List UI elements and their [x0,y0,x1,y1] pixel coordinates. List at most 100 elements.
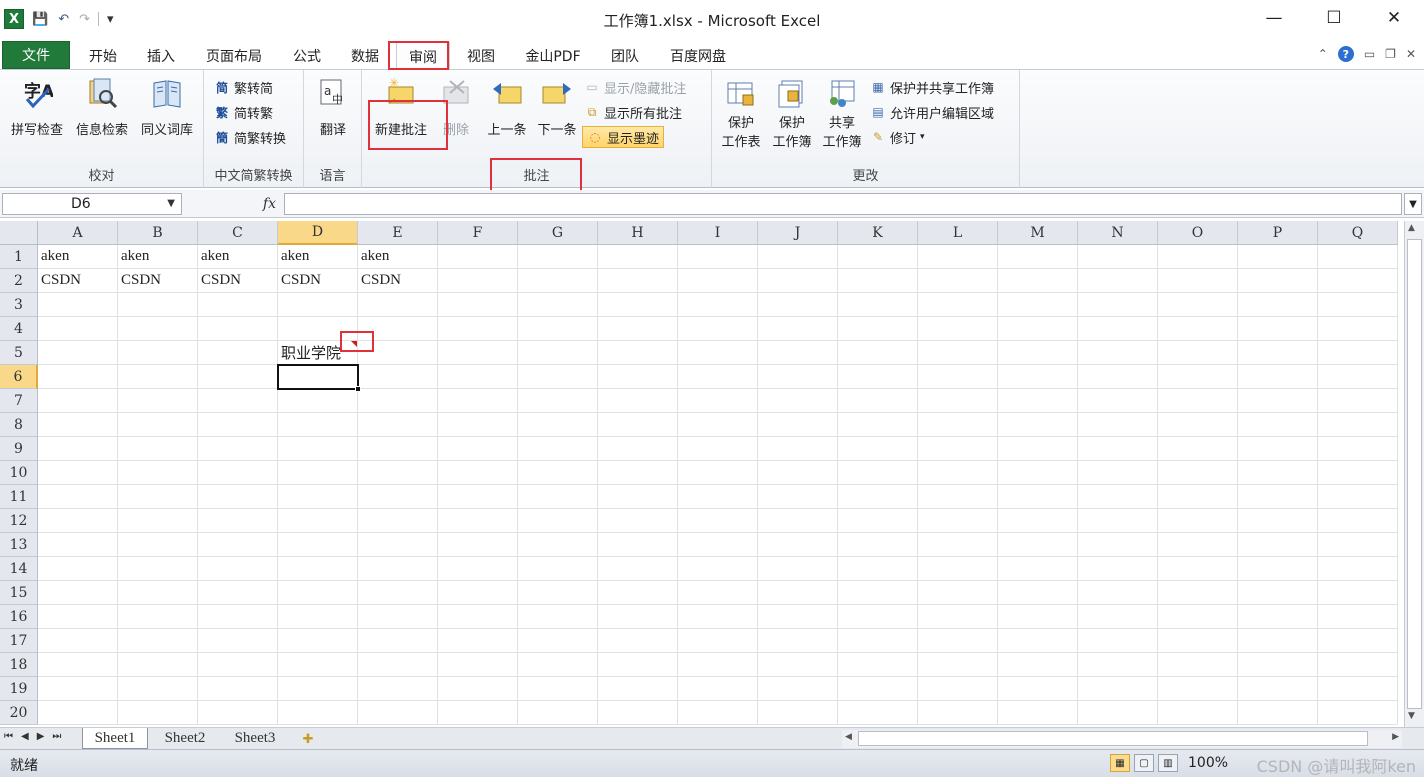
cell-A6[interactable] [38,365,118,389]
cell-L16[interactable] [918,605,998,629]
tab-team[interactable]: 团队 [600,44,650,68]
cell-L6[interactable] [918,365,998,389]
cell-J18[interactable] [758,653,838,677]
cell-A18[interactable] [38,653,118,677]
row-header[interactable]: 17 [0,629,38,653]
cell-L2[interactable] [918,269,998,293]
cell-F13[interactable] [438,533,518,557]
cell-E4[interactable] [358,317,438,341]
cell-I13[interactable] [678,533,758,557]
cell-B19[interactable] [118,677,198,701]
cell-A8[interactable] [38,413,118,437]
cell-D19[interactable] [278,677,358,701]
cell-P1[interactable] [1238,245,1318,269]
cell-H4[interactable] [598,317,678,341]
cell-F15[interactable] [438,581,518,605]
cell-I6[interactable] [678,365,758,389]
column-header[interactable]: K [838,221,918,245]
cell-G20[interactable] [518,701,598,725]
cell-Q11[interactable] [1318,485,1398,509]
cell-A16[interactable] [38,605,118,629]
cell-P15[interactable] [1238,581,1318,605]
row-header[interactable]: 6 [0,365,38,389]
cell-M8[interactable] [998,413,1078,437]
cell-J14[interactable] [758,557,838,581]
insert-sheet-icon[interactable]: ✚ [294,728,322,749]
cell-B5[interactable] [118,341,198,365]
cell-G1[interactable] [518,245,598,269]
cell-K5[interactable] [838,341,918,365]
column-header[interactable]: C [198,221,278,245]
cell-L12[interactable] [918,509,998,533]
cell-N4[interactable] [1078,317,1158,341]
cell-G16[interactable] [518,605,598,629]
cell-E15[interactable] [358,581,438,605]
cell-N13[interactable] [1078,533,1158,557]
cell-L15[interactable] [918,581,998,605]
cell-P9[interactable] [1238,437,1318,461]
cell-J7[interactable] [758,389,838,413]
cell-G3[interactable] [518,293,598,317]
cell-J9[interactable] [758,437,838,461]
cell-N1[interactable] [1078,245,1158,269]
cell-G2[interactable] [518,269,598,293]
workbook-minimize-icon[interactable]: ▭ [1364,47,1375,61]
cell-D17[interactable] [278,629,358,653]
cell-K2[interactable] [838,269,918,293]
cell-G15[interactable] [518,581,598,605]
cell-E10[interactable] [358,461,438,485]
cell-F9[interactable] [438,437,518,461]
next-sheet-icon[interactable]: ▶ [37,731,45,742]
cell-A12[interactable] [38,509,118,533]
cell-P4[interactable] [1238,317,1318,341]
row-header[interactable]: 20 [0,701,38,725]
row-header[interactable]: 18 [0,653,38,677]
cell-G11[interactable] [518,485,598,509]
cell-G13[interactable] [518,533,598,557]
cell-E8[interactable] [358,413,438,437]
cell-F18[interactable] [438,653,518,677]
cell-L10[interactable] [918,461,998,485]
cell-O12[interactable] [1158,509,1238,533]
cell-O4[interactable] [1158,317,1238,341]
column-header[interactable]: P [1238,221,1318,245]
cell-C18[interactable] [198,653,278,677]
cell-A11[interactable] [38,485,118,509]
cell-C7[interactable] [198,389,278,413]
cell-L4[interactable] [918,317,998,341]
cell-O20[interactable] [1158,701,1238,725]
column-header[interactable]: D [278,221,358,245]
cell-M16[interactable] [998,605,1078,629]
cell-G6[interactable] [518,365,598,389]
cell-M3[interactable] [998,293,1078,317]
cell-M2[interactable] [998,269,1078,293]
cell-M20[interactable] [998,701,1078,725]
cell-C16[interactable] [198,605,278,629]
cell-D12[interactable] [278,509,358,533]
cell-P5[interactable] [1238,341,1318,365]
cell-E11[interactable] [358,485,438,509]
cell-H11[interactable] [598,485,678,509]
cell-D8[interactable] [278,413,358,437]
cell-F8[interactable] [438,413,518,437]
page-break-view-icon[interactable]: ▥ [1158,754,1178,772]
cell-Q5[interactable] [1318,341,1398,365]
cell-M4[interactable] [998,317,1078,341]
cell-K3[interactable] [838,293,918,317]
cell-I16[interactable] [678,605,758,629]
cell-A20[interactable] [38,701,118,725]
cell-J2[interactable] [758,269,838,293]
translate-button[interactable]: a中 翻译 [312,76,354,140]
cell-N20[interactable] [1078,701,1158,725]
tab-baidu-netdisk[interactable]: 百度网盘 [660,44,736,68]
cell-L1[interactable] [918,245,998,269]
cell-A3[interactable] [38,293,118,317]
cell-P7[interactable] [1238,389,1318,413]
cell-E17[interactable] [358,629,438,653]
cell-J19[interactable] [758,677,838,701]
cell-A1[interactable]: aken [38,245,118,269]
cell-N5[interactable] [1078,341,1158,365]
cell-Q19[interactable] [1318,677,1398,701]
cell-L7[interactable] [918,389,998,413]
cell-I11[interactable] [678,485,758,509]
